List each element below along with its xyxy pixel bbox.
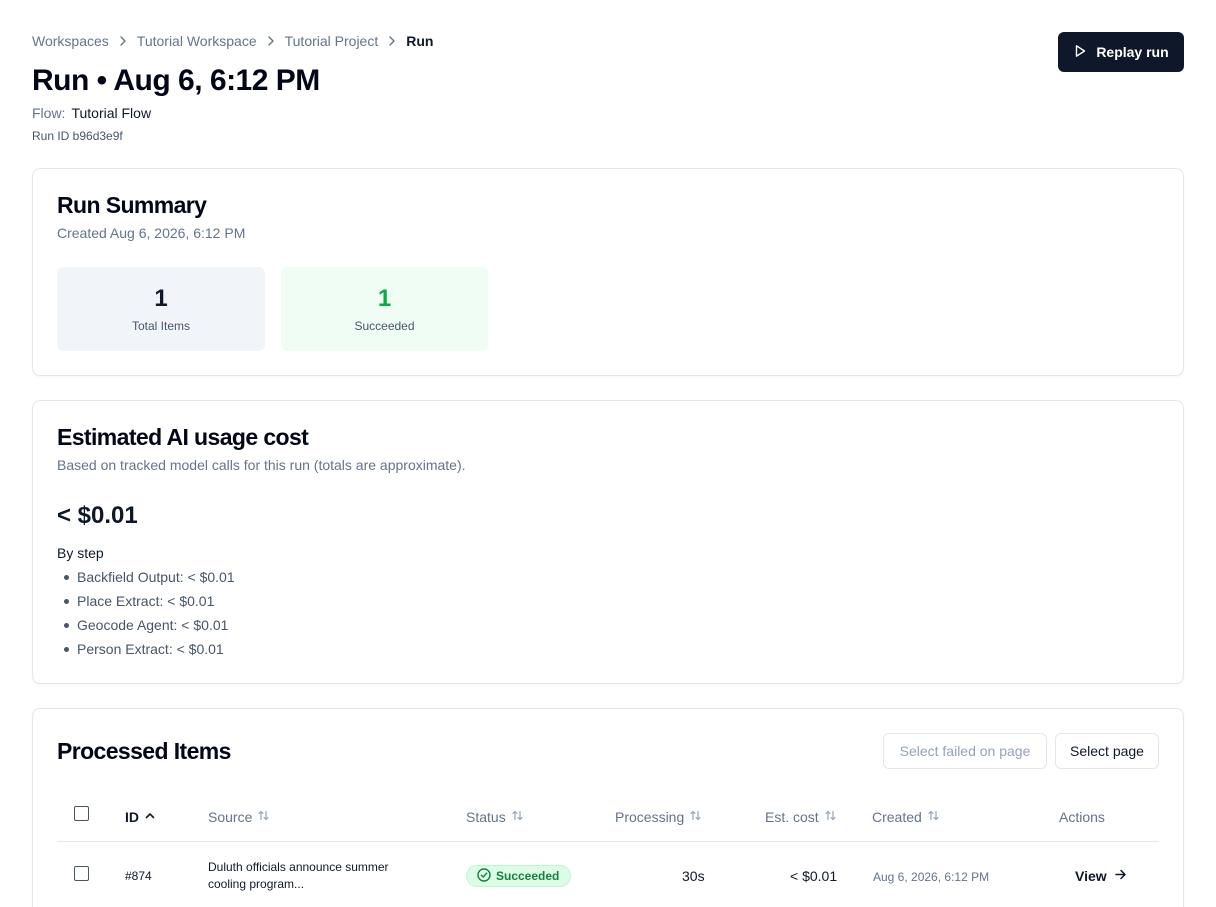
sort-icon [511, 809, 524, 825]
column-header-est-cost[interactable]: Est. cost [765, 809, 837, 825]
play-icon [1073, 44, 1087, 61]
column-label: Actions [1059, 809, 1105, 825]
chevron-up-icon [144, 809, 156, 825]
step-cost-item: Place Extract: < $0.01 [57, 591, 235, 615]
column-header-created[interactable]: Created [872, 809, 940, 825]
run-summary-created: Created Aug 6, 2026, 6:12 PM [57, 225, 246, 241]
breadcrumb-workspaces[interactable]: Workspaces [32, 33, 109, 49]
column-header-actions: Actions [1059, 809, 1105, 825]
row-checkbox[interactable] [74, 866, 89, 881]
item-id: #874 [125, 869, 152, 883]
processed-items-title: Processed Items [57, 738, 231, 764]
column-label: Source [208, 809, 253, 825]
sort-icon [927, 809, 940, 825]
stat-label: Total Items [131, 319, 191, 333]
check-circle-icon [477, 867, 491, 885]
ai-cost-total: < $0.01 [57, 502, 138, 529]
select-failed-button[interactable]: Select failed on page [883, 733, 1047, 769]
run-id: Run ID b96d3e9f [32, 129, 123, 143]
breadcrumb: Workspaces Tutorial Workspace Tutorial P… [32, 33, 433, 49]
chevron-right-icon [109, 34, 137, 48]
column-label: Created [872, 809, 922, 825]
column-header-source[interactable]: Source [208, 809, 270, 825]
page-title: Run • Aug 6, 6:12 PM [32, 64, 320, 97]
step-cost-item: Backfield Output: < $0.01 [57, 567, 235, 591]
stat-value: 1 [154, 285, 168, 312]
run-summary-title: Run Summary [57, 192, 207, 218]
column-label: Est. cost [765, 809, 819, 825]
view-item-link[interactable]: View [1075, 868, 1127, 884]
column-header-processing[interactable]: Processing [615, 809, 702, 825]
stat-total-items: 1 Total Items [57, 267, 265, 351]
breadcrumb-project[interactable]: Tutorial Project [285, 33, 379, 49]
table-header: ID Source Status Processing Est. cost Cr… [57, 793, 1159, 842]
column-label: Processing [615, 809, 685, 825]
select-all-checkbox[interactable] [74, 806, 89, 821]
flow-label: Flow: [32, 105, 66, 121]
column-label: Status [466, 809, 506, 825]
table-row: #874 Duluth officials announce summer co… [57, 842, 1159, 907]
sort-icon [689, 809, 702, 825]
stat-label: Succeeded [354, 319, 415, 333]
replay-run-label: Replay run [1096, 44, 1169, 60]
run-summary-card: Run Summary Created Aug 6, 2026, 6:12 PM… [32, 168, 1184, 376]
flow-name: Tutorial Flow [71, 105, 152, 121]
breadcrumb-current: Run [406, 33, 434, 49]
item-processing: 30s [682, 868, 705, 884]
step-cost-item: Geocode Agent: < $0.01 [57, 615, 235, 639]
item-source: Duluth officials announce summer cooling… [208, 860, 389, 891]
view-label: View [1075, 868, 1107, 884]
step-cost-list: Backfield Output: < $0.01 Place Extract:… [57, 567, 235, 663]
arrow-right-icon [1114, 868, 1127, 884]
item-created: Aug 6, 2026, 6:12 PM [873, 870, 990, 884]
stat-succeeded: 1 Succeeded [281, 267, 488, 351]
ai-cost-subtitle: Based on tracked model calls for this ru… [57, 457, 466, 473]
stat-value: 1 [377, 285, 392, 312]
step-cost-item: Person Extract: < $0.01 [57, 639, 235, 663]
breadcrumb-workspace[interactable]: Tutorial Workspace [137, 33, 257, 49]
sort-icon [824, 809, 837, 825]
replay-run-button[interactable]: Replay run [1058, 32, 1184, 72]
chevron-right-icon [257, 34, 285, 48]
chevron-right-icon [378, 34, 406, 48]
column-header-id[interactable]: ID [125, 809, 156, 825]
column-label: ID [125, 809, 139, 825]
ai-cost-card: Estimated AI usage cost Based on tracked… [32, 400, 1184, 684]
column-header-status[interactable]: Status [466, 809, 524, 825]
item-est-cost: < $0.01 [790, 868, 838, 884]
by-step-label: By step [57, 545, 104, 561]
processed-items-card: Processed Items Select failed on page Se… [32, 708, 1184, 907]
sort-icon [257, 809, 270, 825]
ai-cost-title: Estimated AI usage cost [57, 424, 309, 450]
status-label: Succeeded [496, 869, 560, 883]
flow-line: Flow: Tutorial Flow [32, 105, 151, 121]
status-badge: Succeeded [466, 865, 572, 887]
select-page-button[interactable]: Select page [1055, 733, 1159, 769]
